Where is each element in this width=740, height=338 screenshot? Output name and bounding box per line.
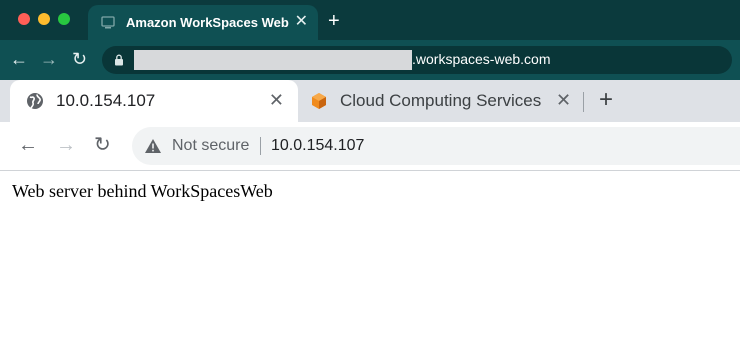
redacted-url-segment bbox=[134, 50, 412, 70]
workspaces-web-icon bbox=[100, 15, 116, 31]
close-icon[interactable]: ✕ bbox=[269, 91, 284, 109]
outer-tab-title: Amazon WorkSpaces Web bbox=[126, 15, 289, 30]
back-button[interactable]: ← bbox=[18, 135, 38, 155]
not-secure-label[interactable]: Not secure bbox=[172, 137, 249, 155]
url-text[interactable]: 10.0.154.107 bbox=[271, 137, 364, 155]
page-content: Web server behind WorkSpacesWeb bbox=[0, 171, 740, 338]
tab-title: Cloud Computing Services bbox=[340, 91, 542, 110]
tab-cloud-computing-services[interactable]: Cloud Computing Services ✕ bbox=[298, 80, 588, 122]
tab-separator bbox=[583, 92, 584, 112]
inner-tab-strip: 10.0.154.107 ✕ Cloud Computing Services … bbox=[0, 80, 740, 122]
close-icon[interactable]: ✕ bbox=[556, 91, 571, 109]
close-icon[interactable]: ✕ bbox=[295, 14, 308, 30]
tab-title: 10.0.154.107 bbox=[56, 91, 156, 110]
globe-icon bbox=[26, 92, 44, 110]
new-tab-button[interactable]: + bbox=[599, 88, 613, 112]
reload-button[interactable]: ↻ bbox=[94, 135, 111, 155]
outer-back-button[interactable]: ← bbox=[10, 50, 28, 68]
warning-icon[interactable] bbox=[144, 138, 162, 154]
outer-reload-button[interactable]: ↻ bbox=[72, 50, 87, 68]
forward-button[interactable]: → bbox=[56, 135, 76, 155]
outer-toolbar: ← → ↻ .workspaces-web.com bbox=[0, 40, 740, 80]
maximize-window-button[interactable] bbox=[58, 13, 70, 25]
outer-new-tab-button[interactable]: + bbox=[328, 11, 340, 31]
page-body-text: Web server behind WorkSpacesWeb bbox=[12, 181, 273, 201]
minimize-window-button[interactable] bbox=[38, 13, 50, 25]
close-window-button[interactable] bbox=[18, 13, 30, 25]
outer-address-bar[interactable]: .workspaces-web.com bbox=[102, 46, 732, 74]
inner-toolbar: ← → ↻ Not secure 10.0.154.107 bbox=[0, 122, 740, 170]
address-bar[interactable]: Not secure 10.0.154.107 bbox=[132, 127, 740, 165]
outer-tab-strip: Amazon WorkSpaces Web ✕ + bbox=[0, 0, 740, 40]
aws-cube-icon bbox=[310, 92, 328, 110]
omnibox-divider bbox=[260, 137, 261, 155]
outer-forward-button[interactable]: → bbox=[40, 50, 58, 68]
lock-icon bbox=[114, 53, 124, 66]
tab-10-0-154-107[interactable]: 10.0.154.107 ✕ bbox=[10, 80, 298, 122]
outer-tab-workspaces-web[interactable]: Amazon WorkSpaces Web ✕ bbox=[88, 5, 318, 40]
outer-url-text: .workspaces-web.com bbox=[412, 51, 551, 67]
